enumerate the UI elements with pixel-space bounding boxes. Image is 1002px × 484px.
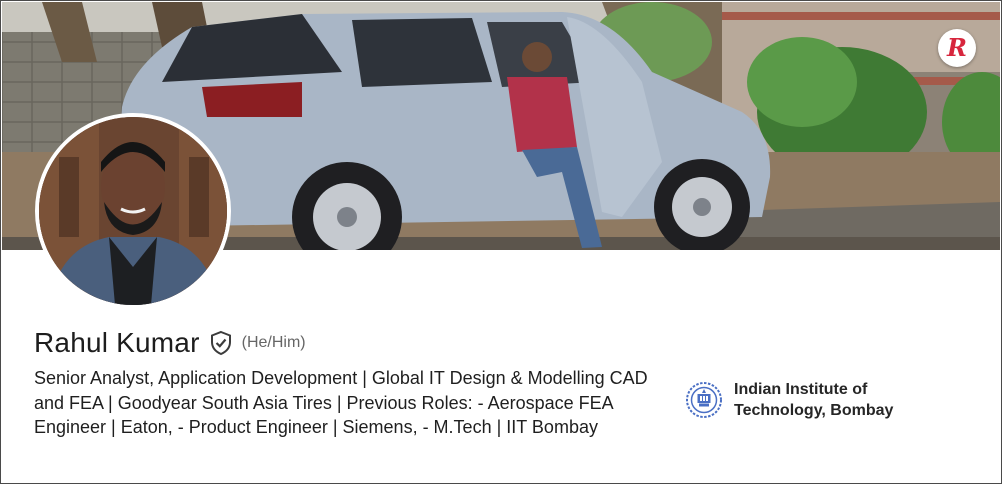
brand-badge-icon[interactable]: R [938,29,976,67]
education-name: Indian Institute of Technology, Bombay [734,381,894,419]
pronouns: (He/Him) [241,334,306,351]
brand-badge-letter: R [947,33,967,62]
education-link[interactable]: Indian Institute of Technology, Bombay [685,379,914,421]
avatar-image [39,117,227,305]
profile-name: Rahul Kumar [34,327,200,358]
profile-headline: Senior Analyst, Application Development … [34,368,648,437]
shield-check-icon[interactable] [209,330,233,356]
avatar[interactable] [35,113,231,309]
profile-card: R Rahul Kumar (He/Him) Senior Analyst, A… [0,0,1002,484]
iit-bombay-logo-icon [686,382,722,418]
name-row: Rahul Kumar (He/Him) [34,327,306,359]
